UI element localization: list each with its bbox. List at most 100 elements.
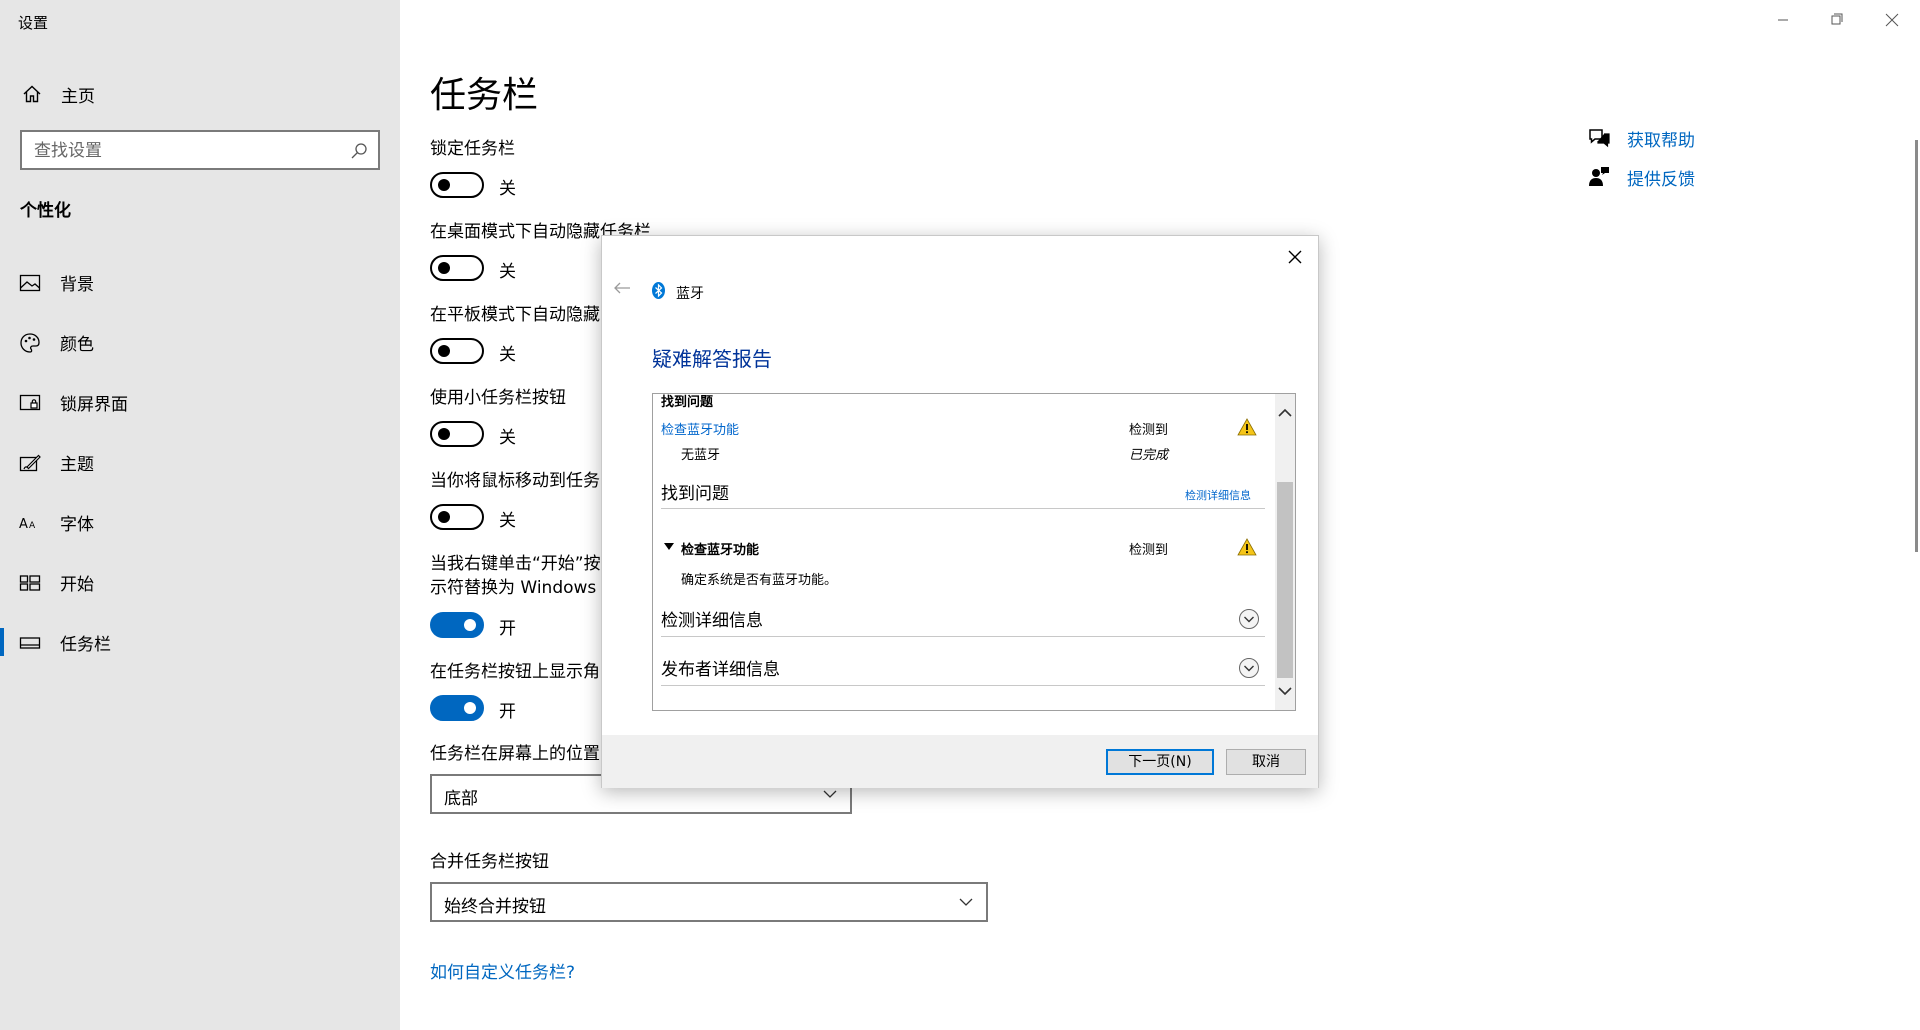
start-grid-icon xyxy=(19,575,41,591)
report-content: 找到问题 检查蓝牙功能 检测到 无蓝牙 已完成 找到问题 检测详细信息 检查蓝牙… xyxy=(653,394,1271,710)
chevron-down-icon xyxy=(823,790,837,798)
detail-description: 确定系统是否有蓝牙功能。 xyxy=(681,573,838,588)
divider xyxy=(661,636,1265,637)
feedback-label: 提供反馈 xyxy=(1627,170,1695,190)
toggle-state: 关 xyxy=(499,511,516,531)
toggle-knob xyxy=(438,511,450,523)
sidebar-item-label: 背景 xyxy=(60,275,94,295)
toggle-state: 关 xyxy=(499,345,516,365)
toggle-switch[interactable] xyxy=(430,255,484,281)
scroll-thumb[interactable] xyxy=(1277,482,1293,678)
toggle-switch[interactable] xyxy=(430,504,484,530)
section-label-personalization: 个性化 xyxy=(20,201,71,221)
collapse-triangle-icon[interactable] xyxy=(663,542,675,552)
setting-label-peek: 当你将鼠标移动到任务 xyxy=(430,471,600,491)
sidebar-item-fonts[interactable]: AA 字体 xyxy=(0,500,400,544)
setting-label-autohide-tablet: 在平板模式下自动隐藏 xyxy=(430,305,600,325)
issue-status: 检测到 xyxy=(1129,423,1169,438)
toggle-state: 关 xyxy=(499,262,516,282)
cut-header: 找到问题 xyxy=(661,395,714,410)
toggle-knob xyxy=(438,345,450,357)
setting-label-small-buttons: 使用小任务栏按钮 xyxy=(430,388,566,408)
expand-chevron-icon[interactable] xyxy=(1238,608,1260,630)
close-window-icon[interactable] xyxy=(1868,8,1914,32)
get-help-label: 获取帮助 xyxy=(1627,131,1695,151)
sidebar-item-colors[interactable]: 颜色 xyxy=(0,320,400,364)
close-icon[interactable] xyxy=(1284,246,1306,268)
section-detail-link[interactable]: 检测详细信息 xyxy=(1185,487,1251,503)
combine-dropdown[interactable]: 始终合并按钮 xyxy=(430,882,988,922)
setting-label-powershell-line1: 当我右键单击“开始”按 xyxy=(430,554,601,574)
nav-home[interactable]: 主页 xyxy=(0,74,400,114)
sidebar: 设置 主页 个性化 背景 颜色 锁屏界面 主题 AA 字体 开始 任务栏 xyxy=(0,0,400,1030)
minimize-icon[interactable] xyxy=(1760,8,1806,32)
toggle-switch[interactable] xyxy=(430,172,484,198)
report-panel[interactable]: 找到问题 检查蓝牙功能 检测到 无蓝牙 已完成 找到问题 检测详细信息 检查蓝牙… xyxy=(652,393,1296,711)
toggle-switch[interactable] xyxy=(430,421,484,447)
sidebar-item-background[interactable]: 背景 xyxy=(0,260,400,304)
toggle-knob xyxy=(464,619,476,631)
restore-icon[interactable] xyxy=(1814,8,1860,32)
issue-link[interactable]: 检查蓝牙功能 xyxy=(661,419,739,438)
dropdown-value: 底部 xyxy=(444,789,478,809)
sidebar-item-start[interactable]: 开始 xyxy=(0,560,400,604)
toggle-switch[interactable] xyxy=(430,695,484,721)
setting-label-position: 任务栏在屏幕上的位置 xyxy=(430,744,600,764)
toggle-knob xyxy=(464,702,476,714)
search-box[interactable] xyxy=(20,130,380,170)
sidebar-item-label: 主题 xyxy=(60,455,94,475)
warning-icon xyxy=(1237,418,1257,436)
detail-status: 检测到 xyxy=(1129,543,1169,558)
divider xyxy=(661,685,1265,686)
setting-label-badges: 在任务栏按钮上显示角 xyxy=(430,662,600,682)
expand-detect-details-label: 检测详细信息 xyxy=(661,611,763,631)
customize-taskbar-link[interactable]: 如何自定义任务栏? xyxy=(430,958,575,983)
toggle-knob xyxy=(438,179,450,191)
bluetooth-icon xyxy=(652,282,665,299)
taskbar-icon xyxy=(19,637,41,649)
palette-icon xyxy=(20,333,40,353)
scroll-up-icon[interactable] xyxy=(1278,408,1292,418)
sub-status: 已完成 xyxy=(1129,448,1169,463)
detail-title: 检查蓝牙功能 xyxy=(681,543,760,558)
next-button[interactable]: 下一页(N) xyxy=(1106,749,1214,775)
nav-home-label: 主页 xyxy=(61,87,95,107)
dialog-footer: 下一页(N) 取消 xyxy=(602,735,1318,788)
setting-label-lock-taskbar: 锁定任务栏 xyxy=(430,139,515,159)
toggle-state: 开 xyxy=(499,619,516,639)
back-arrow-icon[interactable] xyxy=(613,282,631,294)
cancel-button[interactable]: 取消 xyxy=(1226,749,1306,775)
toggle-knob xyxy=(438,262,450,274)
setting-label-combine: 合并任务栏按钮 xyxy=(430,852,549,872)
setting-label-powershell-line2: 示符替换为 Windows P xyxy=(430,578,612,598)
chevron-down-icon xyxy=(959,898,973,906)
report-scrollbar[interactable] xyxy=(1275,394,1295,710)
sidebar-item-taskbar[interactable]: 任务栏 xyxy=(0,620,400,664)
sidebar-item-lock-screen[interactable]: 锁屏界面 xyxy=(0,380,400,424)
sidebar-item-label: 开始 xyxy=(60,575,94,595)
toggle-switch[interactable] xyxy=(430,338,484,364)
theme-brush-icon xyxy=(19,454,41,472)
search-input[interactable] xyxy=(34,138,334,164)
main-scrollbar[interactable] xyxy=(1915,140,1918,552)
svg-text:A: A xyxy=(29,521,36,531)
troubleshooter-dialog: 蓝牙 疑难解答报告 找到问题 检查蓝牙功能 检测到 无蓝牙 已完成 找到问题 检… xyxy=(601,235,1319,788)
toggle-state: 关 xyxy=(499,179,516,199)
active-indicator xyxy=(0,628,4,656)
dialog-title: 蓝牙 xyxy=(676,286,704,302)
expand-publisher-details-label: 发布者详细信息 xyxy=(661,660,780,680)
sidebar-item-themes[interactable]: 主题 xyxy=(0,440,400,484)
dropdown-value: 始终合并按钮 xyxy=(444,897,546,917)
search-icon[interactable] xyxy=(350,142,368,160)
toggle-state: 关 xyxy=(499,428,516,448)
scroll-down-icon[interactable] xyxy=(1278,686,1292,696)
svg-text:A: A xyxy=(19,517,28,532)
expand-chevron-icon[interactable] xyxy=(1238,657,1260,679)
section-header: 找到问题 xyxy=(661,484,729,504)
sidebar-item-label: 颜色 xyxy=(60,335,94,355)
sidebar-item-label: 字体 xyxy=(60,515,94,535)
divider xyxy=(661,508,1265,509)
toggle-switch[interactable] xyxy=(430,612,484,638)
app-title: 设置 xyxy=(18,14,49,32)
sidebar-item-label: 任务栏 xyxy=(60,635,111,655)
